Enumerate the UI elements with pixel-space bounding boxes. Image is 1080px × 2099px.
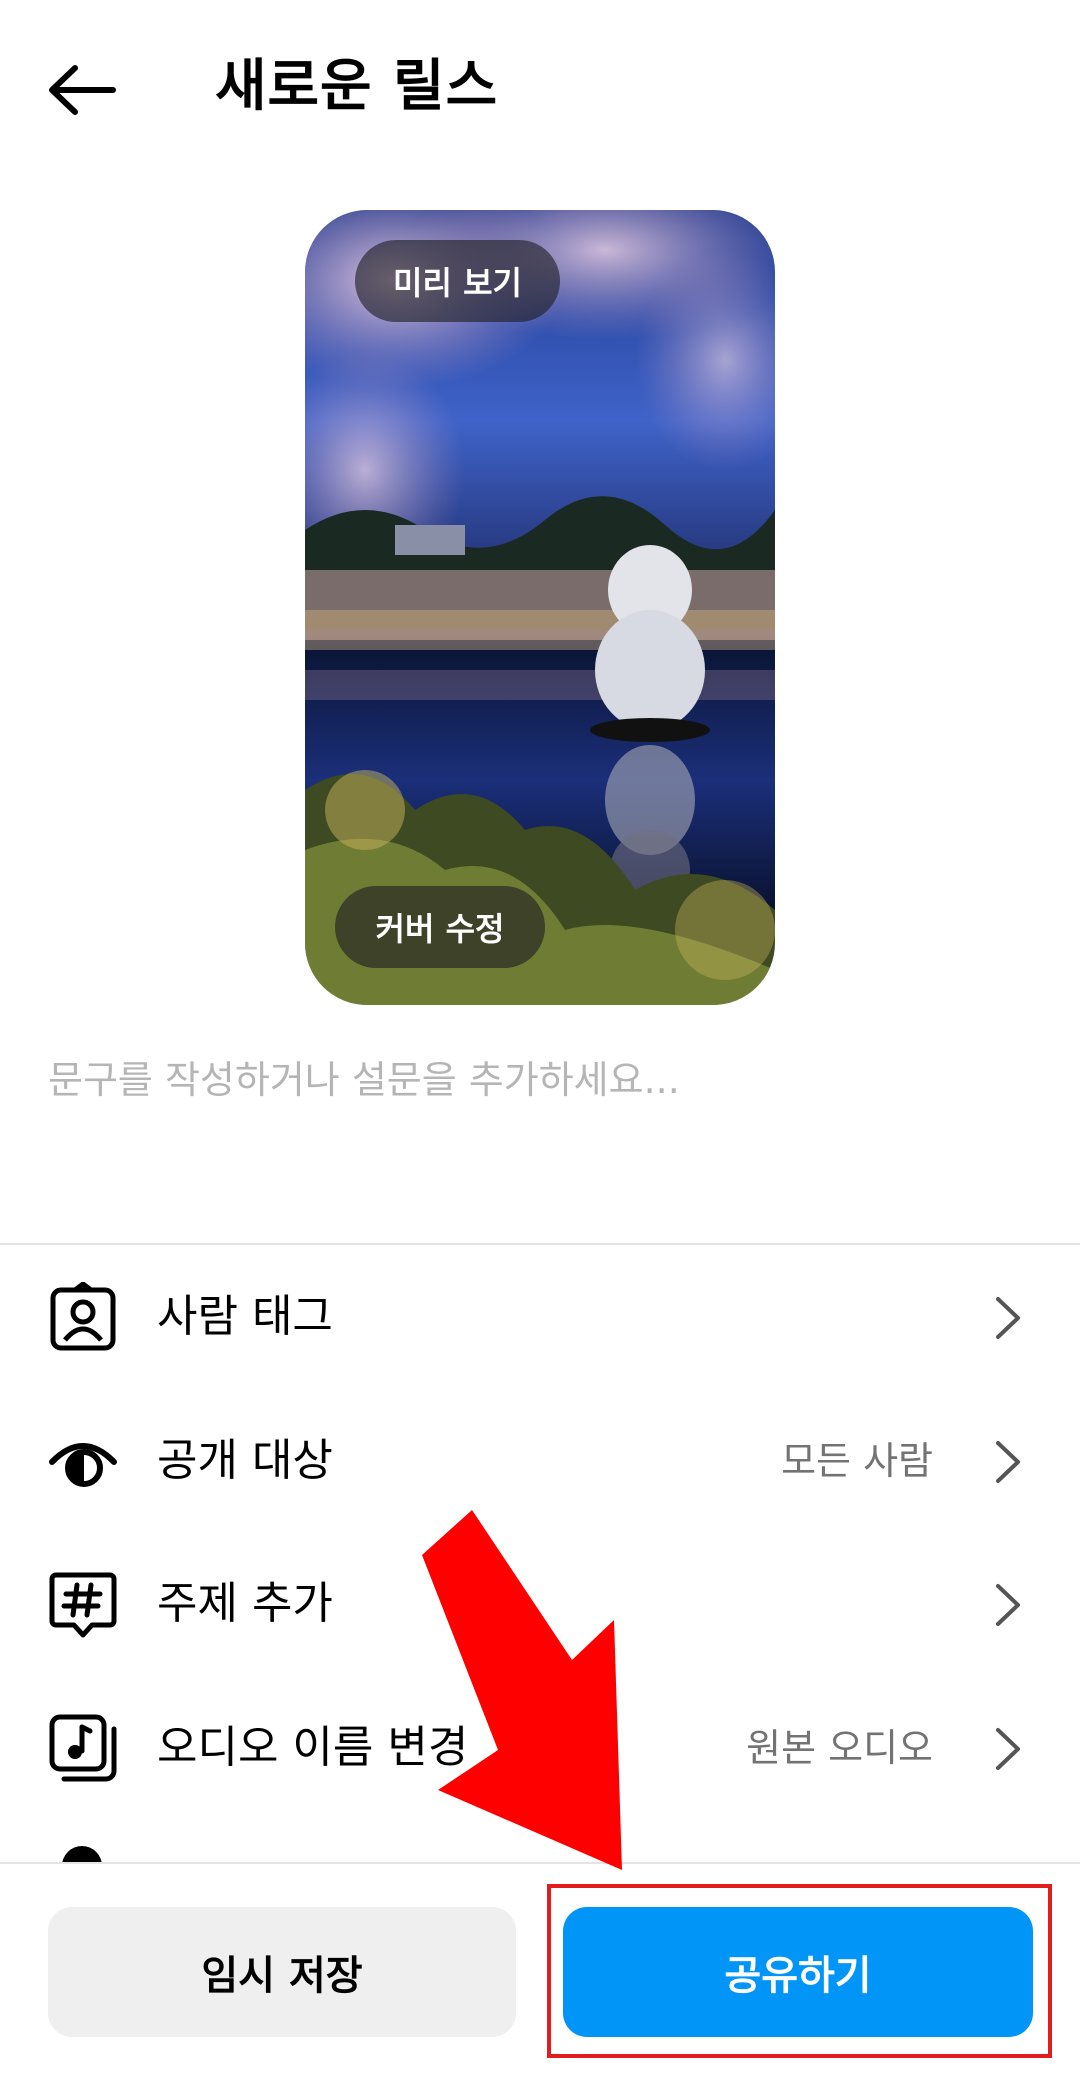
menu-item-label: 주제 추가 bbox=[157, 1578, 333, 1629]
chevron-right-icon bbox=[996, 1441, 1020, 1483]
menu-item-label: 공개 대상 bbox=[157, 1435, 333, 1486]
annotation-arrow-icon bbox=[422, 1510, 622, 1870]
caption-input[interactable]: 문구를 작성하거나 설문을 추가하세요... bbox=[48, 1050, 1038, 1110]
back-button[interactable] bbox=[42, 55, 122, 125]
arrow-left-icon bbox=[49, 65, 116, 115]
next-row-icon-partial bbox=[62, 1846, 102, 1862]
highlight-box bbox=[547, 1884, 1052, 2058]
menu-item-label: 사람 태그 bbox=[157, 1291, 333, 1342]
music-note-icon bbox=[49, 1714, 117, 1782]
save-draft-button[interactable]: 임시 저장 bbox=[48, 1907, 516, 2037]
chevron-right-icon bbox=[996, 1728, 1020, 1770]
preview-button[interactable]: 미리 보기 bbox=[355, 240, 560, 322]
audience-value: 모든 사람 bbox=[781, 1439, 933, 1483]
person-tag-icon bbox=[50, 1282, 116, 1351]
eye-icon bbox=[49, 1443, 117, 1487]
audio-value: 원본 오디오 bbox=[746, 1726, 933, 1770]
chevron-right-icon bbox=[996, 1584, 1020, 1626]
header: 새로운 릴스 bbox=[0, 0, 1080, 180]
hashtag-icon bbox=[49, 1572, 117, 1638]
chevron-right-icon bbox=[996, 1297, 1020, 1339]
page-title: 새로운 릴스 bbox=[215, 54, 499, 119]
menu-item-tag-people[interactable]: 사람 태그 bbox=[0, 1247, 1080, 1387]
reel-preview[interactable]: 미리 보기 커버 수정 bbox=[305, 210, 775, 1005]
divider bbox=[0, 1243, 1080, 1245]
edit-cover-button[interactable]: 커버 수정 bbox=[335, 886, 545, 968]
